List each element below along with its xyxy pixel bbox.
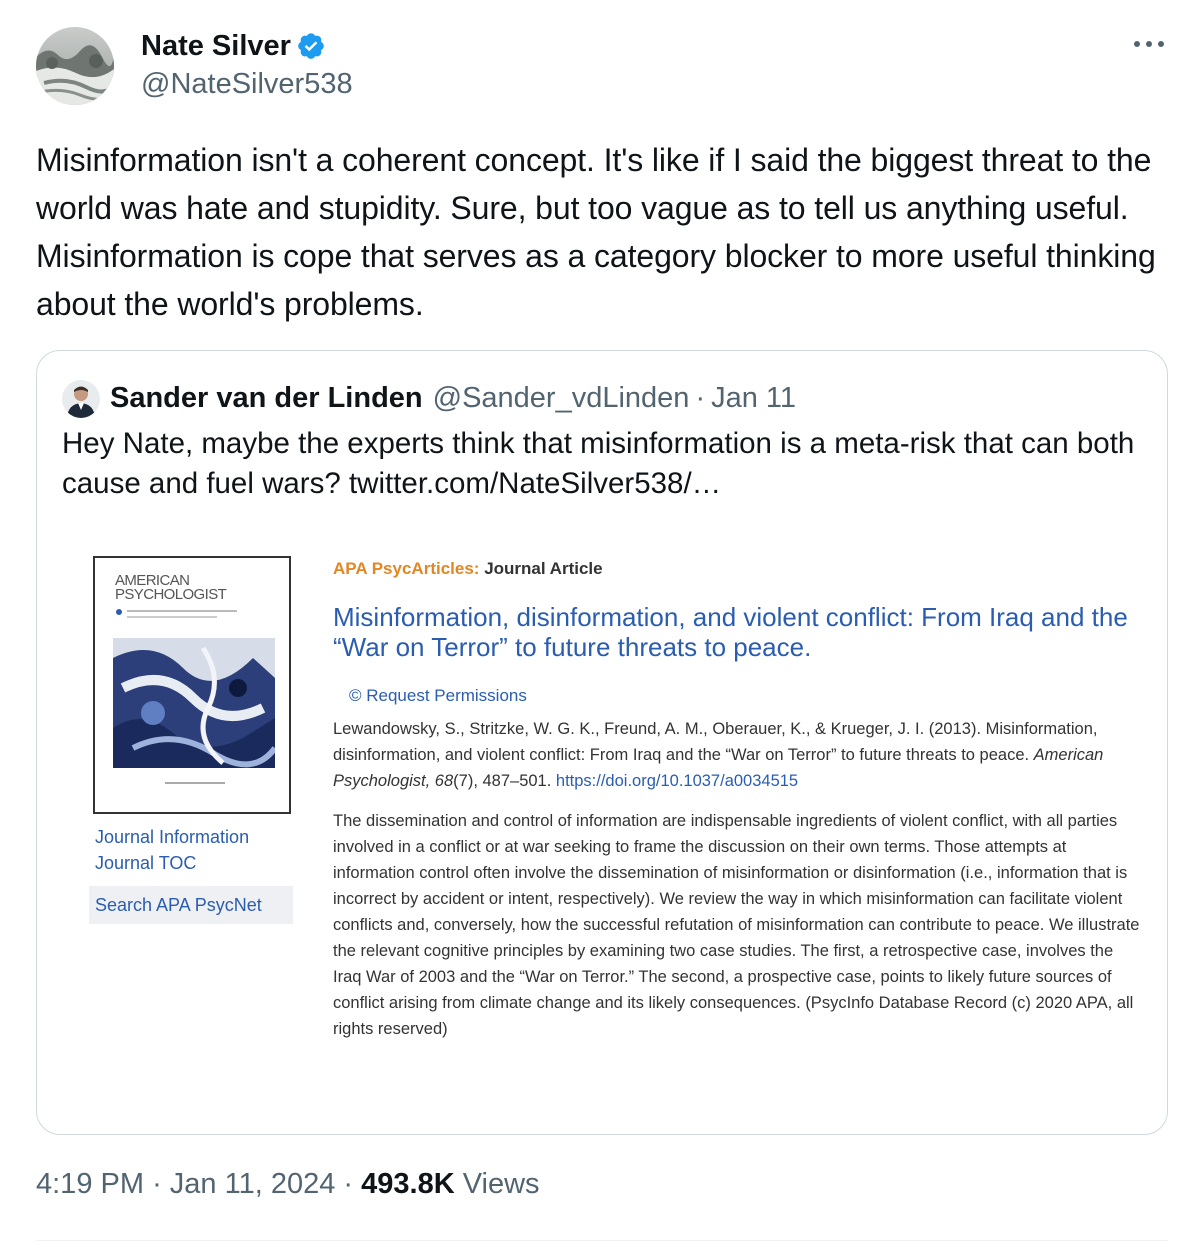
quote-separator: · bbox=[695, 381, 706, 414]
quote-author-name: Sander van der Linden bbox=[110, 381, 423, 414]
quote-text: Hey Nate, maybe the experts think that m… bbox=[62, 427, 1135, 500]
author-block: Nate Silver @NateSilver538 bbox=[141, 28, 353, 101]
cover-footer-line bbox=[165, 782, 225, 784]
more-options-icon[interactable] bbox=[1132, 34, 1166, 54]
author-avatar[interactable] bbox=[36, 27, 114, 105]
request-permissions-link: © Request Permissions bbox=[349, 686, 527, 705]
article-title: Misinformation, disinformation, and viol… bbox=[333, 602, 1128, 662]
article-content: APA PsycArticles: Journal Article Misinf… bbox=[333, 556, 1143, 1042]
article-source: APA PsycArticles: bbox=[333, 559, 480, 578]
quote-header: Sander van der Linden @Sander_vdLinden ·… bbox=[110, 379, 796, 417]
citation-text: Lewandowsky, S., Stritzke, W. G. K., Fre… bbox=[333, 720, 1098, 764]
doi-link: https://doi.org/10.1037/a0034515 bbox=[555, 772, 799, 790]
meta-separator: · bbox=[343, 1168, 354, 1200]
article-abstract: The dissemination and control of informa… bbox=[333, 812, 1140, 1038]
side-links: Journal Information Journal TOC bbox=[95, 824, 249, 876]
quote-author-avatar bbox=[62, 380, 100, 418]
meta-separator: · bbox=[152, 1168, 162, 1200]
author-name-row: Nate Silver bbox=[141, 28, 353, 64]
article-citation: Lewandowsky, S., Stritzke, W. G. K., Fre… bbox=[333, 716, 1143, 794]
divider bbox=[36, 1240, 1168, 1241]
tweet-metadata: 4:19 PM · Jan 11, 2024 · 493.8K Views bbox=[36, 1168, 540, 1201]
citation-issue: (7), 487–501. bbox=[453, 772, 552, 790]
cover-subtitle-lines bbox=[116, 609, 237, 618]
quote-tweet[interactable]: Sander van der Linden @Sander_vdLinden ·… bbox=[36, 350, 1168, 1135]
journal-information-link[interactable]: Journal Information bbox=[95, 824, 249, 850]
article-type: Journal Article bbox=[484, 559, 603, 578]
verified-badge-icon[interactable] bbox=[296, 31, 326, 61]
views-count[interactable]: 493.8K bbox=[361, 1168, 455, 1200]
tweet-time[interactable]: 4:19 PM bbox=[36, 1168, 144, 1200]
journal-cover-art bbox=[113, 638, 275, 768]
article-breadcrumb: APA PsycArticles: Journal Article bbox=[333, 556, 1143, 582]
views-label[interactable]: Views bbox=[463, 1168, 540, 1200]
journal-toc-link[interactable]: Journal TOC bbox=[95, 850, 249, 876]
author-name[interactable]: Nate Silver bbox=[141, 30, 291, 63]
search-apa-psycnet-link[interactable]: Search APA PsycNet bbox=[89, 886, 293, 924]
tweet-text: Misinformation isn't a coherent concept.… bbox=[36, 142, 1156, 322]
article-screenshot: AMERICAN PSYCHOLOGIST Journal Informatio… bbox=[85, 546, 1145, 1101]
cover-title-line2: PSYCHOLOGIST bbox=[115, 586, 227, 603]
tweet: Nate Silver @NateSilver538 Misinformatio… bbox=[0, 0, 1202, 1250]
journal-cover: AMERICAN PSYCHOLOGIST bbox=[93, 556, 291, 814]
tweet-date[interactable]: Jan 11, 2024 bbox=[170, 1168, 336, 1200]
journal-cover-title: AMERICAN PSYCHOLOGIST bbox=[115, 573, 227, 603]
quote-author-handle: @Sander_vdLinden bbox=[432, 381, 690, 414]
quote-date: Jan 11 bbox=[711, 381, 797, 414]
author-handle[interactable]: @NateSilver538 bbox=[141, 68, 353, 101]
